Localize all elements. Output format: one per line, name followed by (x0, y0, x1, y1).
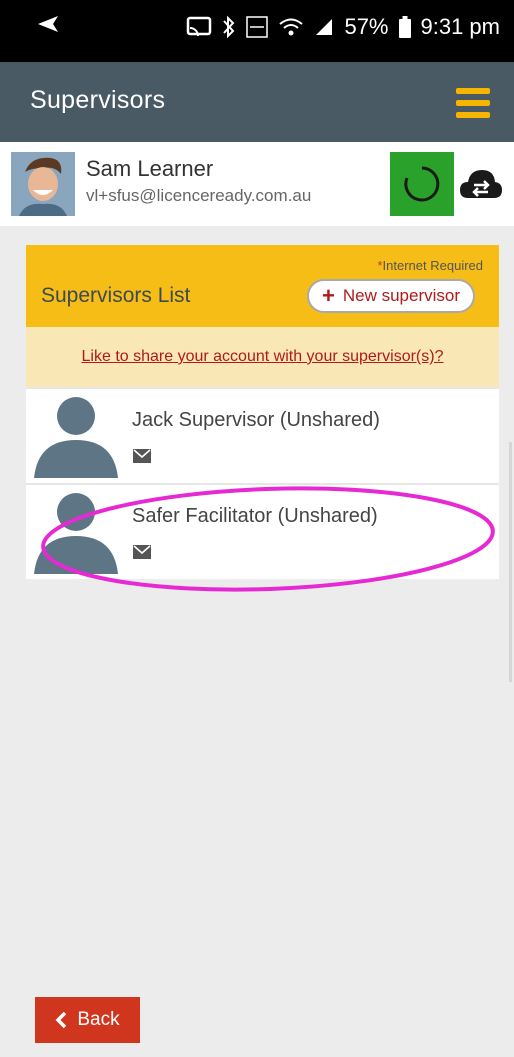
panel-header: *Internet Required Supervisors List + Ne… (26, 245, 499, 327)
list-item[interactable]: Jack Supervisor (Unshared) (26, 387, 499, 483)
user-photo (11, 152, 75, 216)
status-icons: 57% 9:31 pm (186, 14, 500, 40)
list-item[interactable]: Safer Facilitator (Unshared) (26, 483, 499, 579)
status-bar: 57% 9:31 pm (0, 0, 514, 62)
envelope-icon[interactable] (133, 449, 151, 463)
person-icon (34, 493, 118, 574)
app-bar: Supervisors (0, 62, 514, 142)
signal-icon (316, 19, 333, 35)
share-bar: Like to share your account with your sup… (26, 327, 499, 387)
person-icon (34, 397, 118, 478)
new-supervisor-button[interactable]: + New supervisor (307, 279, 475, 313)
internet-required-note: *Internet Required (377, 258, 483, 273)
scrollbar[interactable] (509, 442, 512, 682)
envelope-icon[interactable] (133, 545, 151, 559)
chevron-left-icon (55, 1011, 67, 1029)
hamburger-menu-icon[interactable] (456, 88, 490, 118)
bluetooth-icon (223, 15, 235, 39)
back-button[interactable]: Back (35, 997, 140, 1043)
wifi-icon (279, 18, 304, 36)
supervisor-name: Jack Supervisor (Unshared) (132, 409, 380, 431)
share-account-link[interactable]: Like to share your account with your sup… (82, 348, 444, 366)
sync-status-button[interactable] (390, 152, 454, 216)
internet-required-text: Internet Required (382, 258, 483, 273)
new-supervisor-label: New supervisor (342, 286, 460, 305)
clock-time: 9:31 pm (420, 14, 501, 39)
user-name: Sam Learner (86, 156, 214, 181)
battery-percent: 57% (344, 14, 389, 39)
panel-title: Supervisors List (41, 284, 191, 307)
supervisors-panel: *Internet Required Supervisors List + Ne… (26, 245, 499, 579)
cast-icon (187, 16, 212, 37)
loading-spinner-icon (404, 166, 440, 202)
volte-icon (246, 16, 269, 38)
battery-icon (398, 16, 411, 38)
user-bar: Sam Learner vl+sfus@licenceready.com.au (0, 142, 514, 226)
send-icon (38, 16, 58, 32)
user-email: vl+sfus@licenceready.com.au (86, 186, 312, 205)
supervisor-name: Safer Facilitator (Unshared) (132, 505, 378, 527)
back-label: Back (77, 1009, 120, 1030)
page-title: Supervisors (30, 86, 166, 114)
user-avatar (11, 152, 75, 216)
plus-icon: + (321, 283, 335, 308)
cloud-sync-icon[interactable] (458, 164, 504, 204)
